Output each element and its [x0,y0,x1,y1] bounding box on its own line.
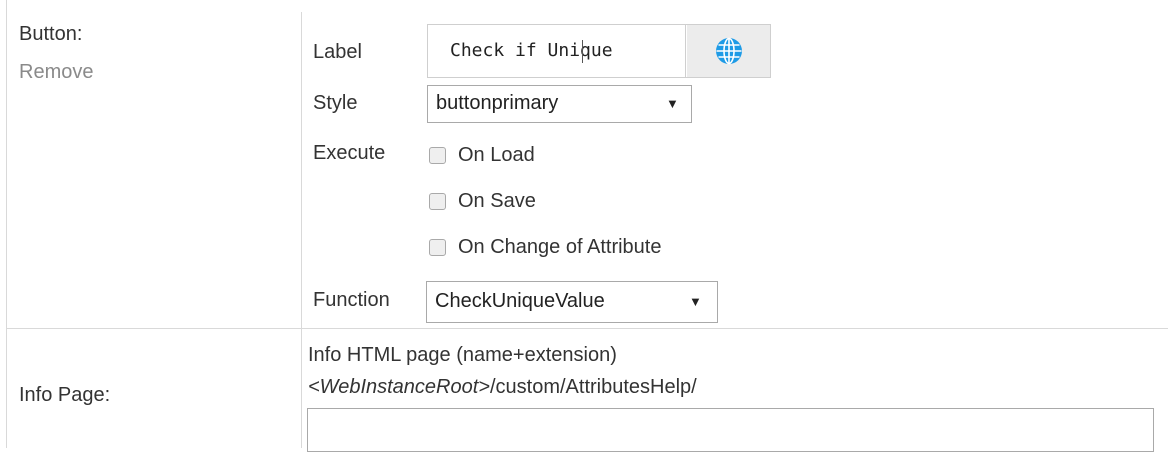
execute-caption: Execute [313,142,386,164]
label-editor: Check if Unique [427,24,771,78]
button-row-title: Button: [19,23,83,45]
info-page-input[interactable] [307,408,1154,452]
style-select-value: buttonprimary [436,92,559,114]
translate-button[interactable] [687,25,770,77]
chevron-down-icon: ▼ [666,96,679,111]
on-load-checkbox[interactable] [429,147,446,164]
on-save-checkbox[interactable] [429,193,446,210]
function-caption: Function [313,289,390,311]
info-page-title: Info Page: [19,384,111,406]
column-divider-middle [301,12,302,448]
info-page-path: <WebInstanceRoot>/custom/AttributesHelp/ [308,375,697,399]
on-load-label[interactable]: On Load [458,143,535,167]
function-select-value: CheckUniqueValue [435,290,605,312]
info-page-hint: Info HTML page (name+extension) [308,344,617,366]
on-change-label[interactable]: On Change of Attribute [458,235,661,259]
remove-link[interactable]: Remove [19,60,93,84]
help-path: /custom/AttributesHelp/ [489,376,697,398]
on-change-checkbox[interactable] [429,239,446,256]
row-divider [6,328,1168,329]
style-caption: Style [313,92,358,114]
chevron-down-icon: ▼ [689,294,702,309]
web-instance-root: <WebInstanceRoot> [308,376,490,398]
label-input[interactable]: Check if Unique [428,25,686,77]
globe-icon [715,37,742,65]
function-select[interactable]: CheckUniqueValue ▼ [426,281,718,323]
style-select[interactable]: buttonprimary ▼ [427,85,692,123]
column-divider-left [6,0,7,448]
text-cursor [582,40,583,63]
label-caption: Label [313,41,362,63]
on-save-label[interactable]: On Save [458,189,536,213]
